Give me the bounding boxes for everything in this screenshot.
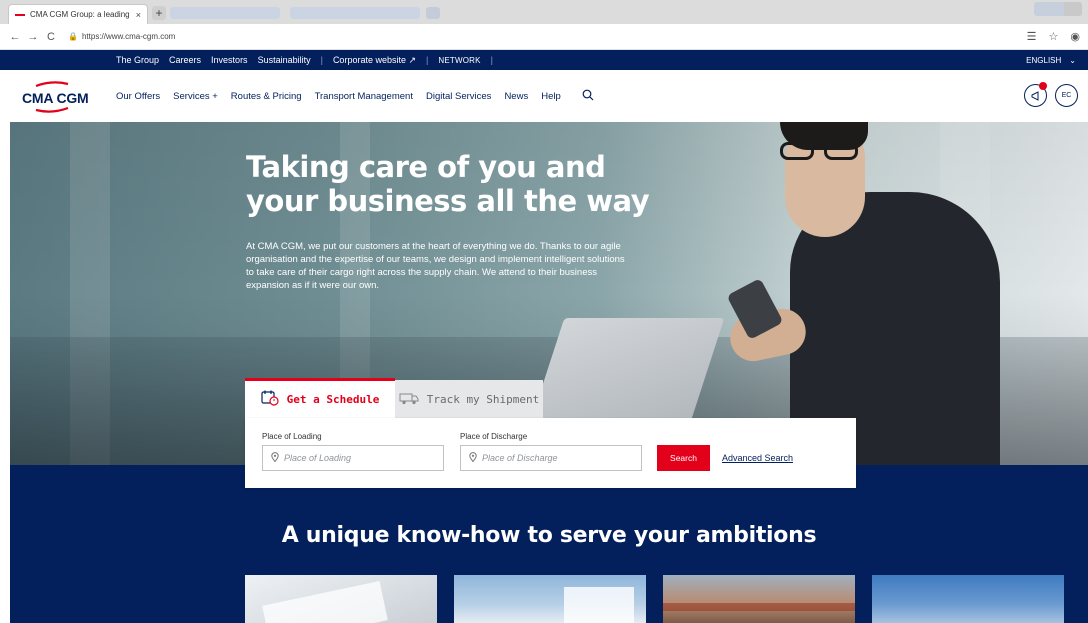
place-of-discharge-input[interactable] — [482, 453, 632, 463]
schedule-search-form: Place of Loading Place of Discharge Sear… — [245, 418, 856, 488]
tab-close-icon[interactable]: × — [136, 10, 141, 20]
top-link-sustainability[interactable]: Sustainability — [258, 55, 311, 65]
new-tab-button[interactable]: + — [152, 6, 166, 20]
logo-text: CMA CGM — [22, 90, 89, 106]
window-controls[interactable] — [1034, 2, 1082, 16]
bookmark-star-icon[interactable]: ☆ — [1049, 30, 1059, 43]
top-link-the-group[interactable]: The Group — [116, 55, 159, 65]
browser-tab-background[interactable] — [170, 7, 280, 19]
place-of-loading-label: Place of Loading — [262, 432, 322, 441]
top-link-investors[interactable]: Investors — [211, 55, 248, 65]
truck-icon — [399, 391, 419, 408]
user-initials: EC — [1061, 92, 1072, 99]
megaphone-icon — [1031, 90, 1038, 101]
user-avatar-button[interactable]: EC — [1055, 84, 1078, 107]
tab-track-my-shipment[interactable]: Track my Shipment — [395, 380, 543, 418]
nav-item-digital-services[interactable]: Digital Services — [426, 91, 491, 102]
top-link-corporate-website[interactable]: Corporate website ↗ — [333, 55, 416, 66]
divider: | — [320, 55, 323, 65]
main-navigation: CMA CGM Our Offers Services + Routes & P… — [0, 70, 1088, 122]
nav-item-routes-pricing[interactable]: Routes & Pricing — [231, 91, 302, 102]
search-button[interactable]: Search — [657, 445, 710, 471]
browser-window: CMA CGM Group: a leading worl × + ← → C … — [0, 0, 1088, 623]
place-of-loading-field[interactable] — [262, 445, 444, 471]
divider: | — [490, 55, 494, 65]
nav-item-help[interactable]: Help — [541, 91, 561, 102]
place-of-loading-input[interactable] — [284, 453, 434, 463]
know-how-section: A unique know-how to serve your ambition… — [10, 465, 1088, 623]
advanced-search-link[interactable]: Advanced Search — [722, 453, 793, 463]
corporate-top-bar: The Group Careers Investors Sustainabili… — [0, 50, 1088, 70]
translate-icon[interactable]: ☰ — [1027, 30, 1037, 43]
profile-icon[interactable]: ◉ — [1070, 30, 1080, 43]
calendar-clock-icon — [261, 390, 279, 409]
feature-card[interactable] — [872, 575, 1064, 623]
tab-strip: CMA CGM Group: a leading worl × + — [0, 0, 1088, 24]
cma-cgm-logo[interactable]: CMA CGM — [22, 80, 92, 114]
browser-tab-background[interactable] — [290, 7, 420, 19]
nav-item-services[interactable]: Services + — [173, 91, 218, 102]
location-pin-icon — [271, 452, 279, 464]
place-of-discharge-field[interactable] — [460, 445, 642, 471]
nav-item-transport-management[interactable]: Transport Management — [315, 91, 413, 102]
nav-item-our-offers[interactable]: Our Offers — [116, 91, 160, 102]
top-link-careers[interactable]: Careers — [169, 55, 201, 65]
lock-icon: 🔒 — [68, 32, 78, 41]
nav-item-news[interactable]: News — [504, 91, 528, 102]
top-bar-links: The Group Careers Investors Sustainabili… — [116, 50, 503, 70]
language-label: ENGLISH — [1026, 55, 1062, 65]
chevron-down-icon: ⌄ — [1069, 55, 1076, 65]
back-icon[interactable]: ← — [8, 31, 22, 43]
forward-icon[interactable]: → — [26, 31, 40, 43]
url-field[interactable]: https://www.cma-cgm.com — [82, 32, 175, 41]
location-pin-icon — [469, 452, 477, 464]
tab-label: Track my Shipment — [426, 392, 540, 406]
tab-get-a-schedule[interactable]: Get a Schedule — [245, 378, 395, 418]
feature-card[interactable] — [245, 575, 437, 623]
nav-links: Our Offers Services + Routes & Pricing T… — [116, 70, 594, 122]
search-icon[interactable] — [582, 89, 594, 104]
tab-label: Get a Schedule — [286, 393, 380, 406]
reload-icon[interactable]: C — [44, 31, 58, 43]
search-widget-tabs: Get a Schedule Track my Shipment — [245, 378, 543, 418]
glasses-image — [780, 142, 864, 162]
hero-title: Taking care of you and your business all… — [246, 150, 650, 218]
section-title: A unique know-how to serve your ambition… — [281, 523, 817, 548]
window-close-icon[interactable] — [1064, 2, 1082, 16]
language-selector[interactable]: ENGLISH ⌄ — [1026, 50, 1076, 70]
top-link-network[interactable]: NETWORK — [438, 56, 480, 65]
feature-card[interactable] — [663, 575, 855, 623]
divider: | — [426, 55, 429, 65]
hero-banner: Taking care of you and your business all… — [10, 122, 1088, 465]
hero-description: At CMA CGM, we put our customers at the … — [246, 241, 625, 291]
address-bar-actions: ☰ ☆ ◉ — [1027, 30, 1080, 43]
address-bar: ← → C 🔒 https://www.cma-cgm.com ☰ ☆ ◉ — [0, 24, 1088, 50]
notifications-button[interactable] — [1024, 82, 1047, 107]
browser-tab-background[interactable] — [426, 7, 440, 19]
tab-title: CMA CGM Group: a leading worl — [30, 10, 132, 19]
place-of-discharge-label: Place of Discharge — [460, 432, 528, 441]
feature-card[interactable] — [454, 575, 646, 623]
notification-badge — [1039, 82, 1047, 90]
favicon-icon — [15, 13, 25, 16]
browser-tab-active[interactable]: CMA CGM Group: a leading worl × — [8, 4, 148, 24]
left-gutter — [0, 70, 10, 623]
